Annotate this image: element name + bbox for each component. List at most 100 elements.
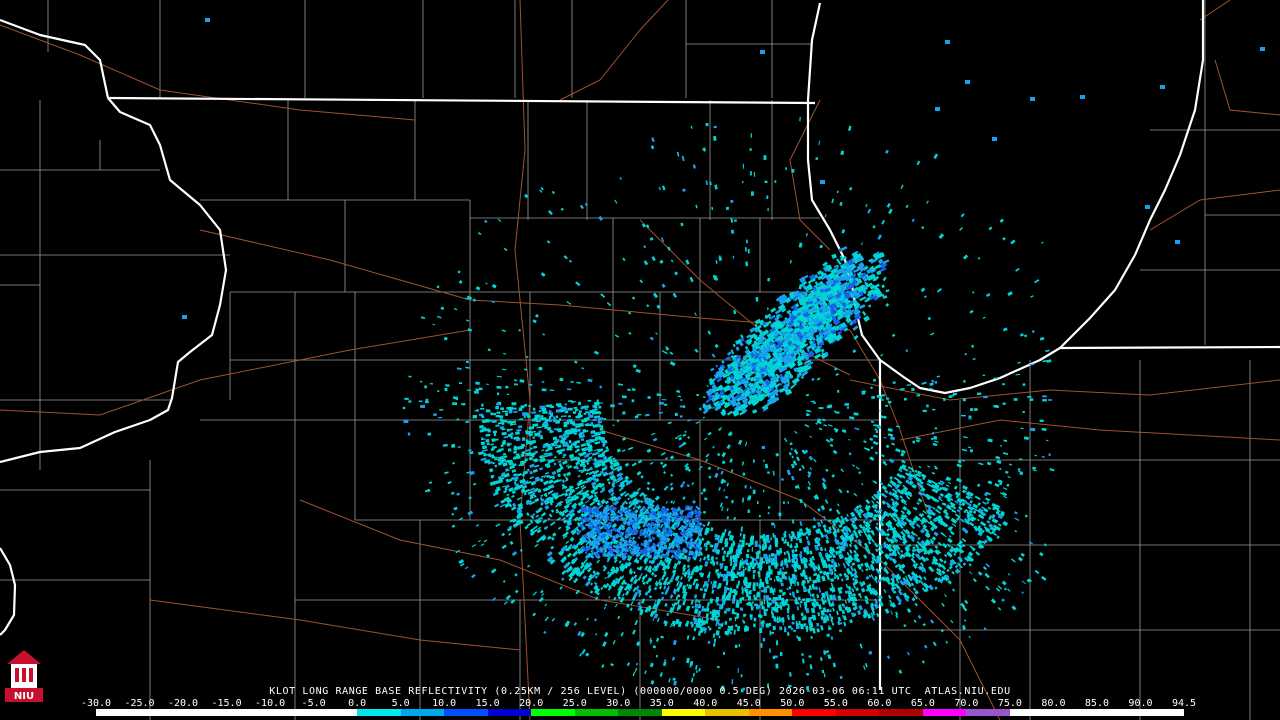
echo-cell	[753, 597, 758, 601]
echo-cell	[517, 425, 523, 429]
echo-cell	[572, 411, 577, 414]
echo-cell	[759, 579, 762, 585]
echo-cell	[756, 501, 759, 504]
echo-cell	[771, 599, 776, 604]
echo-cell	[750, 171, 752, 176]
echo-cell	[531, 418, 536, 422]
echo-cell	[769, 587, 773, 594]
echo-cell	[745, 239, 749, 244]
echo-cell	[680, 399, 683, 402]
echo-cell	[598, 405, 602, 409]
echo-cell	[726, 594, 730, 598]
echo-cell	[763, 155, 767, 160]
echo-cell	[550, 405, 555, 408]
echo-cell	[785, 167, 788, 171]
echo-cell	[776, 618, 779, 624]
echo-cell	[749, 590, 752, 595]
echo-cell	[791, 168, 795, 173]
echo-cell	[766, 534, 770, 537]
echo-cell	[548, 416, 552, 420]
echo-cell	[730, 537, 734, 541]
echo-cell	[752, 587, 756, 591]
echo-cell	[741, 544, 745, 548]
echo-cell	[1022, 410, 1025, 413]
echo-cell	[790, 577, 794, 582]
echo-cell	[658, 401, 664, 405]
echo-cell	[962, 398, 966, 402]
radar-map[interactable]	[0, 0, 1280, 720]
echo-cell	[795, 553, 798, 557]
echo-cell	[568, 415, 572, 418]
echo-cell	[768, 554, 771, 558]
echo-cell	[753, 623, 756, 628]
echo-cell	[1039, 419, 1044, 423]
echo-cell	[768, 565, 772, 572]
echo-cell	[555, 415, 559, 419]
echo-cell	[496, 386, 502, 389]
echo-cell	[745, 567, 747, 570]
echo-cell	[491, 412, 497, 416]
echo-cell	[878, 410, 882, 412]
echo-cell	[403, 419, 409, 423]
echo-cell	[555, 403, 562, 407]
echo-cell	[507, 420, 512, 424]
echo-cell	[743, 627, 747, 632]
echo-cell	[528, 405, 531, 407]
echo-cell	[744, 578, 748, 585]
echo-cell	[496, 411, 501, 414]
echo-cell	[764, 587, 767, 592]
echo-cell	[742, 534, 746, 540]
echo-cell	[734, 644, 738, 648]
echo-cell	[778, 512, 782, 517]
echo-cell	[745, 542, 748, 546]
echo-cell	[797, 596, 801, 600]
echo-cell	[728, 617, 732, 621]
echo-cell	[539, 417, 543, 420]
echo-cell	[735, 602, 740, 608]
echo-cell	[663, 403, 668, 406]
echo-cell	[747, 565, 751, 572]
echo-cell	[880, 399, 884, 401]
echo-cell	[618, 402, 623, 405]
echo-cell	[787, 614, 790, 619]
echo-cell	[518, 407, 523, 411]
echo-cell	[784, 576, 788, 580]
echo-cell	[461, 403, 466, 406]
echo-cell	[739, 607, 744, 611]
echo-cell	[674, 412, 678, 417]
echo-cell	[541, 388, 547, 392]
echo-cell	[771, 522, 775, 526]
echo-cell	[806, 673, 810, 676]
echo-cell	[769, 648, 771, 653]
echo-cell	[781, 617, 785, 623]
echo-cell	[731, 575, 734, 580]
echo-cell	[774, 541, 779, 548]
echo-cell	[705, 122, 709, 127]
echo-cell	[559, 377, 564, 382]
echo-cell	[501, 421, 505, 426]
echo-cell	[751, 565, 755, 569]
echo-cell	[934, 381, 938, 384]
echo-cell	[634, 415, 639, 419]
echo-cell	[549, 429, 554, 434]
echo-cell	[733, 574, 737, 578]
echo-cell	[758, 515, 761, 518]
echo-cell	[730, 626, 734, 631]
echo-cell	[765, 595, 769, 600]
echo-cell	[786, 607, 790, 613]
echo-cell	[578, 410, 582, 413]
echo-cell	[764, 542, 767, 548]
echo-cell	[495, 424, 500, 427]
echo-cell	[713, 125, 717, 129]
echo-cell	[974, 408, 978, 411]
echo-cell	[759, 627, 763, 634]
echo-cell	[567, 407, 573, 411]
echo-cell	[505, 412, 508, 417]
echo-cell	[758, 550, 761, 554]
echo-cell	[425, 398, 429, 402]
echo-cell	[759, 535, 764, 539]
echo-cell	[731, 566, 736, 570]
echo-cell	[763, 595, 766, 600]
echo-cell	[511, 402, 517, 406]
echo-cell	[870, 386, 873, 390]
